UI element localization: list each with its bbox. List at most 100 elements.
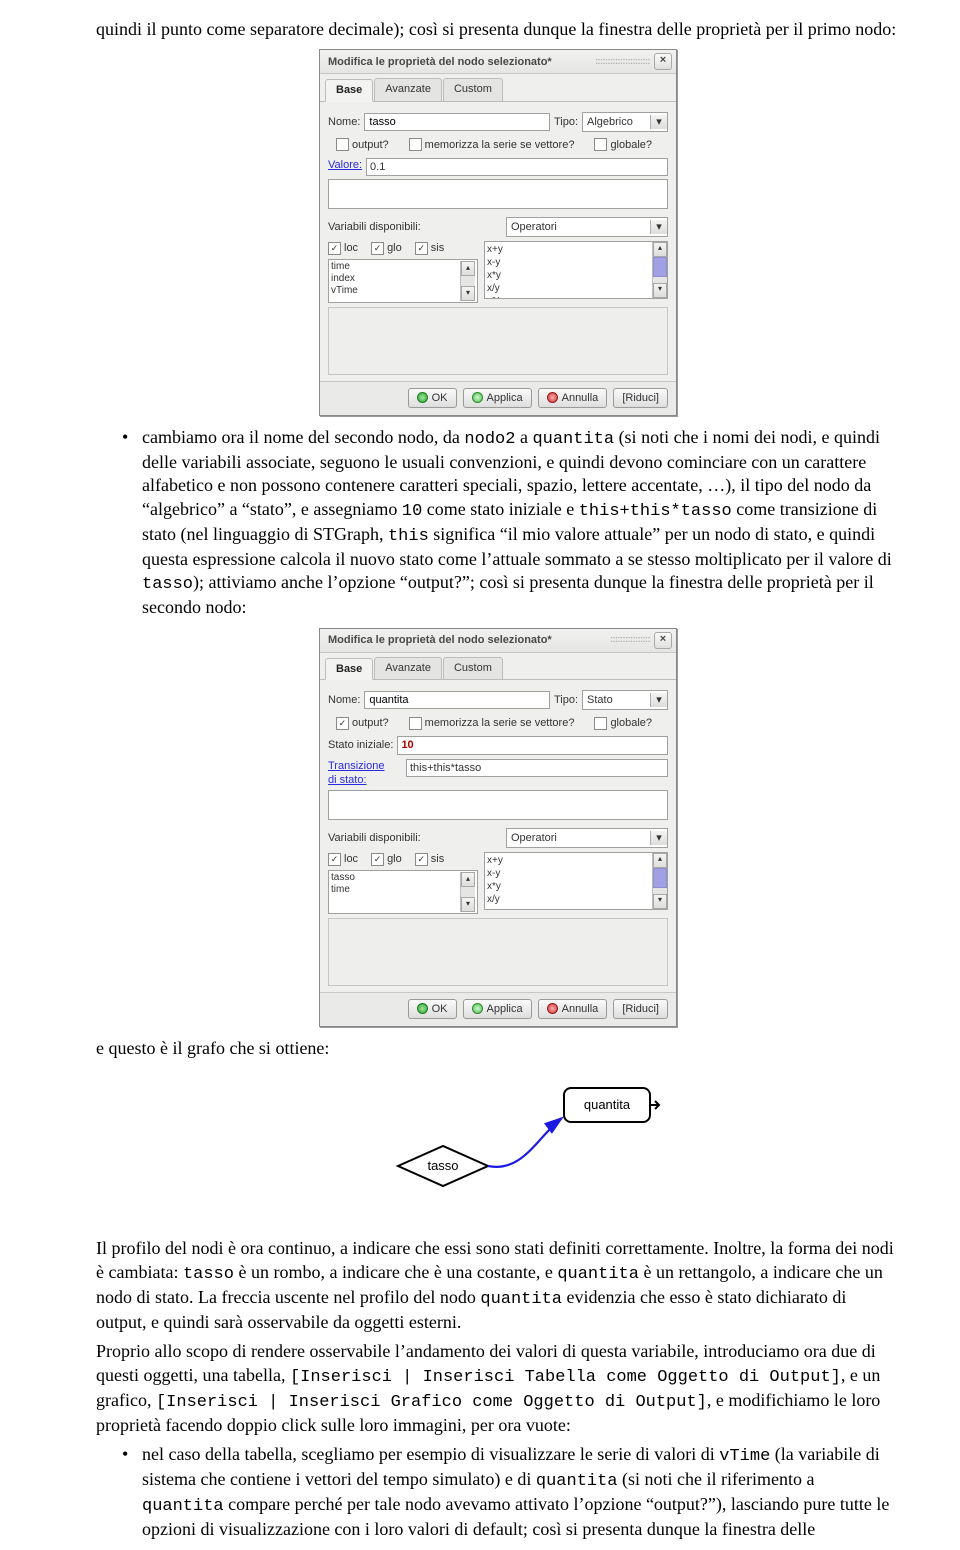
applica-button[interactable]: Applica — [463, 999, 532, 1019]
checkbox-memorizza[interactable]: memorizza la serie se vettore? — [409, 716, 575, 730]
cancel-icon — [547, 392, 558, 403]
input-stato-iniziale[interactable]: 10 — [397, 736, 668, 754]
checkbox-glo[interactable]: ✓glo — [371, 852, 402, 866]
annulla-button[interactable]: Annulla — [538, 388, 608, 408]
list-item[interactable]: index — [331, 273, 460, 285]
label-variabili: Variabili disponibili: — [328, 220, 421, 234]
listbox-operators[interactable]: x+y x-y x*y x/y ▴▾ — [484, 852, 668, 910]
listbox-operators[interactable]: x+y x-y x*y x/y x%y ▴▾ — [484, 241, 668, 299]
close-icon[interactable]: × — [654, 632, 672, 649]
paragraph-graph-caption: e questo è il grafo che si ottiene: — [96, 1037, 900, 1060]
riduci-button[interactable]: [Riduci] — [613, 388, 668, 408]
riduci-button[interactable]: [Riduci] — [613, 999, 668, 1019]
list-item[interactable]: time — [331, 884, 460, 896]
listbox-variables[interactable]: tasso time ▴▾ — [328, 870, 478, 914]
dialog-titlebar[interactable]: Modifica le proprietà del nodo seleziona… — [320, 629, 676, 653]
label-stato-iniziale: Stato iniziale: — [328, 738, 393, 752]
chevron-down-icon[interactable]: ▾ — [650, 220, 667, 234]
list-item[interactable]: x-y — [487, 256, 652, 269]
dialog-title-text: Modifica le proprietà del nodo seleziona… — [328, 55, 591, 69]
tabs: Base Avanzate Custom — [320, 74, 676, 101]
label-tipo: Tipo: — [554, 693, 578, 707]
select-tipo[interactable]: Algebrico ▾ — [582, 112, 668, 132]
ok-button[interactable]: OK — [408, 999, 457, 1019]
tab-base[interactable]: Base — [325, 79, 373, 101]
graph-node-tasso: tasso — [427, 1158, 458, 1173]
list-item[interactable]: x-y — [487, 867, 652, 880]
check-icon — [417, 392, 428, 403]
select-operatori[interactable]: Operatori ▾ — [506, 828, 668, 848]
chevron-down-icon[interactable]: ▾ — [650, 115, 667, 129]
graph-figure: tasso quantita — [328, 1076, 668, 1211]
checkbox-glo[interactable]: ✓glo — [371, 241, 402, 255]
tab-base[interactable]: Base — [325, 658, 373, 680]
scrollbar[interactable]: ▴▾ — [460, 261, 475, 301]
list-item[interactable]: x*y — [487, 880, 652, 893]
dialog-node-properties-1: Modifica le proprietà del nodo seleziona… — [319, 49, 677, 415]
label-variabili: Variabili disponibili: — [328, 831, 421, 845]
graph-node-quantita: quantita — [584, 1097, 631, 1112]
label-tipo: Tipo: — [554, 115, 578, 129]
tab-custom[interactable]: Custom — [443, 657, 503, 679]
checkbox-sis[interactable]: ✓sis — [415, 852, 444, 866]
help-area — [328, 307, 668, 375]
checkbox-globale[interactable]: globale? — [594, 138, 652, 152]
label-nome: Nome: — [328, 693, 360, 707]
dialog-titlebar[interactable]: Modifica le proprietà del nodo seleziona… — [320, 50, 676, 74]
list-item[interactable]: time — [331, 261, 460, 273]
cancel-icon — [547, 1003, 558, 1014]
paragraph-table-case: nel caso della tabella, scegliamo per es… — [142, 1443, 900, 1542]
help-area — [328, 918, 668, 986]
list-item[interactable]: x*y — [487, 269, 652, 282]
tab-avanzate[interactable]: Avanzate — [374, 657, 442, 679]
textarea-expression[interactable] — [328, 179, 668, 209]
input-nome[interactable] — [364, 691, 550, 709]
dialog-title-text: Modifica le proprietà del nodo seleziona… — [328, 633, 606, 647]
checkbox-output[interactable]: ✓output? — [336, 716, 389, 730]
checkbox-loc[interactable]: ✓loc — [328, 241, 358, 255]
paragraph-second-node: cambiamo ora il nome del secondo nodo, d… — [142, 426, 900, 620]
label-nome: Nome: — [328, 115, 360, 129]
checkbox-globale[interactable]: globale? — [594, 716, 652, 730]
list-item[interactable]: x+y — [487, 854, 652, 867]
select-operatori[interactable]: Operatori ▾ — [506, 217, 668, 237]
paragraph-profile: Il profilo del nodi è ora continuo, a in… — [96, 1237, 900, 1334]
list-item[interactable]: x/y — [487, 893, 652, 906]
label-valore[interactable]: Valore: — [328, 158, 362, 172]
scrollbar[interactable]: ▴▾ — [652, 853, 667, 909]
checkbox-sis[interactable]: ✓sis — [415, 241, 444, 255]
input-nome[interactable] — [364, 113, 550, 131]
bullet-icon: • — [122, 426, 142, 620]
textarea-expression[interactable] — [328, 790, 668, 820]
checkbox-loc[interactable]: ✓loc — [328, 852, 358, 866]
input-valore[interactable]: 0.1 — [366, 158, 668, 176]
tab-avanzate[interactable]: Avanzate — [374, 78, 442, 100]
listbox-variables[interactable]: time index vTime ▴▾ — [328, 259, 478, 303]
applica-button[interactable]: Applica — [463, 388, 532, 408]
label-transizione[interactable]: Transizione di stato: — [328, 759, 402, 788]
input-transizione[interactable]: this+this*tasso — [406, 759, 668, 777]
chevron-down-icon[interactable]: ▾ — [650, 831, 667, 845]
annulla-button[interactable]: Annulla — [538, 999, 608, 1019]
list-item[interactable]: tasso — [331, 872, 460, 884]
check-icon — [472, 1003, 483, 1014]
list-item[interactable]: x/y — [487, 282, 652, 295]
check-icon — [417, 1003, 428, 1014]
paragraph-intro: quindi il punto come separatore decimale… — [96, 18, 900, 41]
bullet-icon: • — [122, 1443, 142, 1542]
checkbox-output[interactable]: output? — [336, 138, 389, 152]
paragraph-insert-objects: Proprio allo scopo di rendere osservabil… — [96, 1340, 900, 1437]
close-icon[interactable]: × — [654, 53, 672, 70]
select-tipo[interactable]: Stato ▾ — [582, 690, 668, 710]
tab-custom[interactable]: Custom — [443, 78, 503, 100]
scrollbar[interactable]: ▴▾ — [460, 872, 475, 912]
scrollbar[interactable]: ▴▾ — [652, 242, 667, 298]
list-item[interactable]: x+y — [487, 243, 652, 256]
chevron-down-icon[interactable]: ▾ — [650, 693, 667, 707]
list-item[interactable]: x%y — [487, 295, 652, 299]
ok-button[interactable]: OK — [408, 388, 457, 408]
checkbox-memorizza[interactable]: memorizza la serie se vettore? — [409, 138, 575, 152]
list-item[interactable]: vTime — [331, 285, 460, 297]
check-icon — [472, 392, 483, 403]
dialog-node-properties-2: Modifica le proprietà del nodo seleziona… — [319, 628, 677, 1027]
